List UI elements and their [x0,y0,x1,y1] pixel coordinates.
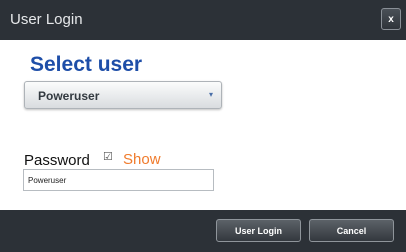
cancel-button[interactable]: Cancel [309,219,394,242]
user-select[interactable]: Poweruser ▾ [24,81,222,109]
password-field[interactable] [23,169,214,191]
show-password-checkbox[interactable]: ☑ [103,150,113,163]
title-bar: User Login x [0,0,406,40]
user-login-button[interactable]: User Login [216,219,301,242]
close-button[interactable]: x [381,8,401,30]
chevron-down-icon: ▾ [208,90,213,99]
password-label: Password [24,152,90,169]
select-user-heading: Select user [30,53,143,76]
user-select-value: Poweruser [38,89,100,103]
show-password-label[interactable]: Show [123,151,161,168]
window-title: User Login [10,11,83,28]
